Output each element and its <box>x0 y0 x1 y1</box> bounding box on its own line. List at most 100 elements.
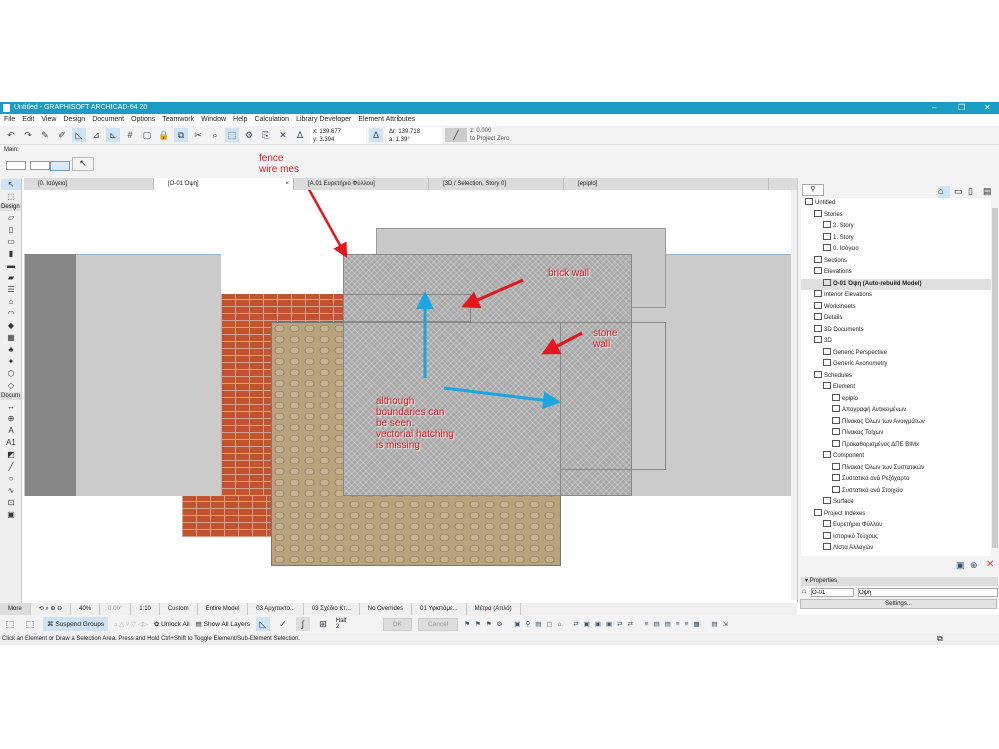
snap-icon[interactable]: ⊿ <box>89 128 103 142</box>
tree-item[interactable]: Schedules <box>801 370 991 383</box>
view-id-input[interactable] <box>811 588 854 597</box>
check-icon[interactable]: ✓ <box>276 617 290 631</box>
zoom-value[interactable]: 40% <box>71 603 101 615</box>
grid-icon[interactable]: # <box>123 128 137 142</box>
suspend-groups-button[interactable]: ⌘ Suspend Groups <box>43 617 109 631</box>
suspend-icon[interactable]: ⊾ <box>106 128 120 142</box>
lock-icon[interactable]: 🔒 <box>157 128 171 142</box>
menu-library-developer[interactable]: Library Developer <box>296 114 351 126</box>
guide-lines-icon[interactable]: ◺ <box>255 617 270 631</box>
ok-button[interactable]: OK <box>382 617 412 631</box>
dimension-tool[interactable]: ↔ <box>1 401 21 412</box>
tree-item[interactable]: Ευρετήριο Φύλλου <box>801 520 991 532</box>
graphic-overrides[interactable]: No Overrides <box>360 603 413 615</box>
line-tool[interactable]: ╱ <box>1 461 21 472</box>
tab-3d[interactable]: [3D / Selection, Story 0] <box>429 178 564 190</box>
tree-item[interactable]: Component <box>801 451 991 463</box>
tree-item[interactable]: Πίνακας Όλων των Συστατικών <box>801 462 991 475</box>
polar-icon[interactable]: Δ <box>369 128 383 142</box>
teamwork-icons[interactable]: ⚑⚑⚑⚙ ▣⚲▤▢⌂ ⇄▣▣▣⇄⇄ ≡▤▤≡≡▦ ▤⇲ <box>464 620 733 628</box>
menu-element-attributes[interactable]: Element Attributes <box>358 114 415 126</box>
tree-item[interactable]: Generic Axonometry <box>801 359 991 371</box>
snap-points-icon[interactable]: ⊞ <box>316 617 330 631</box>
structure-display[interactable]: Entire Model <box>198 603 249 615</box>
dimension-standard[interactable]: Μέτρα (Απλό) <box>467 603 521 615</box>
close-button[interactable]: ✕ <box>984 102 991 114</box>
tree-item[interactable]: Συστατικά ανά Ρεζόχαρτο <box>801 474 991 486</box>
tree-item[interactable]: Συστατικά ανά Στοιχείο <box>801 485 991 498</box>
tree-item[interactable]: Πίνακας Όλων των Ανοιγμάτων <box>801 416 991 429</box>
info-box-icon[interactable] <box>6 161 26 170</box>
pan-icon[interactable] <box>50 161 70 171</box>
tree-item[interactable]: Element <box>801 382 991 394</box>
slab-tool[interactable]: ▰ <box>1 272 21 283</box>
new-view-icon[interactable]: ▣ <box>956 560 965 571</box>
figure-tool[interactable]: ▣ <box>1 509 21 520</box>
trace-icon[interactable]: ⧉ <box>174 128 188 142</box>
project-map-icon[interactable]: ⌂ <box>938 186 950 198</box>
view-name-input[interactable] <box>858 588 998 597</box>
shell-tool[interactable]: ◠ <box>1 308 21 319</box>
tree-item[interactable]: Project Indexes <box>801 508 991 521</box>
close-tab-icon[interactable]: × <box>285 178 289 190</box>
undo-icon[interactable]: ↶ <box>4 128 18 142</box>
tree-item[interactable]: Interior Elevations <box>801 290 991 302</box>
tree-item[interactable]: epiplo <box>801 393 991 406</box>
pen-set[interactable]: 03 Αρχιτεκτο... <box>248 603 304 615</box>
drawing-canvas[interactable]: brick wall stone wall although boundarie… <box>24 190 791 600</box>
tree-item[interactable]: Sections <box>801 255 991 268</box>
menu-calculation[interactable]: Calculation <box>254 114 289 126</box>
menu-document[interactable]: Document <box>92 114 124 126</box>
layout-book-icon[interactable]: ▯ <box>968 186 973 197</box>
tree-item[interactable]: Untitled <box>801 198 991 210</box>
delete-view-icon[interactable]: ✕ <box>986 559 994 570</box>
column-tool[interactable]: ▮ <box>1 248 21 259</box>
tree-item[interactable]: 0. Ισόγειο <box>801 244 991 256</box>
rotation-value[interactable]: 0.00° <box>100 603 132 615</box>
object-tool[interactable]: ♣ <box>1 344 21 355</box>
menu-teamwork[interactable]: Teamwork <box>162 114 194 126</box>
delta-icon[interactable]: Δ <box>293 128 307 142</box>
arrow-tool-icon[interactable]: ↖ <box>72 157 94 171</box>
pick-icon[interactable]: ✎ <box>38 128 52 142</box>
tree-item[interactable]: 1. Story <box>801 232 991 245</box>
z-reference[interactable]: to Project Zero <box>470 135 540 143</box>
arrow-tool[interactable]: ↖ <box>1 179 21 190</box>
zoom-icons[interactable]: ⟲ ⌕ ⊕ ⊖ <box>31 603 72 615</box>
marquee-tool[interactable]: ⬚ <box>1 191 21 202</box>
door-tool[interactable]: ▯ <box>1 224 21 235</box>
window-tool[interactable]: ▭ <box>1 236 21 247</box>
tree-item[interactable]: Ιστορικό Τεύχους <box>801 531 991 544</box>
split-icon[interactable]: ✂ <box>191 128 205 142</box>
menu-window[interactable]: Window <box>201 114 226 126</box>
tree-item[interactable]: Προκαθορισμένος ΔΠΕ BIMx <box>801 439 991 452</box>
slope-icon[interactable]: ╱ <box>445 128 467 142</box>
publisher-icon[interactable]: ▤ <box>983 186 992 197</box>
tree-item[interactable]: 3D <box>801 336 991 348</box>
navigator-options-icon[interactable]: ⚲ <box>802 184 824 196</box>
renovation-filter[interactable]: 01 Υφιστάμε... <box>412 603 467 615</box>
show-all-layers-button[interactable]: ▤ Show All Layers <box>196 620 250 628</box>
snap-division[interactable]: Half 2 <box>336 618 347 630</box>
tree-item[interactable]: O-01 Όψη (Auto-rebuild Model) <box>801 278 991 290</box>
layer-combination[interactable]: Custom <box>160 603 198 615</box>
mesh-tool[interactable]: ◇ <box>1 380 21 391</box>
delete-icon[interactable]: ✕ <box>276 128 290 142</box>
settings-button[interactable]: Settings... <box>800 599 997 609</box>
clone-icon[interactable]: ⊕ <box>970 560 978 571</box>
tree-item[interactable]: Surface <box>801 497 991 509</box>
tree-item[interactable]: Λίστα Αλλαγών <box>801 543 991 555</box>
tree-item[interactable]: Details <box>801 313 991 325</box>
teamwork-icon[interactable]: ⚙ <box>242 128 256 142</box>
tree-item[interactable]: Stories <box>801 209 991 222</box>
tree-item[interactable]: 2. Story <box>801 221 991 233</box>
spline-tool[interactable]: ∿ <box>1 485 21 496</box>
tab-ground-floor[interactable]: [0. Ισόγειο] <box>24 178 154 190</box>
beam-tool[interactable]: ▬ <box>1 260 21 271</box>
tab-elevation[interactable]: [O-01 Όψη] × <box>154 178 294 190</box>
menu-file[interactable]: File <box>4 114 15 126</box>
maximize-button[interactable]: ❐ <box>958 102 965 114</box>
fill-tool[interactable]: ◩ <box>1 449 21 460</box>
menu-edit[interactable]: Edit <box>22 114 34 126</box>
zone-tool[interactable]: ⬡ <box>1 368 21 379</box>
